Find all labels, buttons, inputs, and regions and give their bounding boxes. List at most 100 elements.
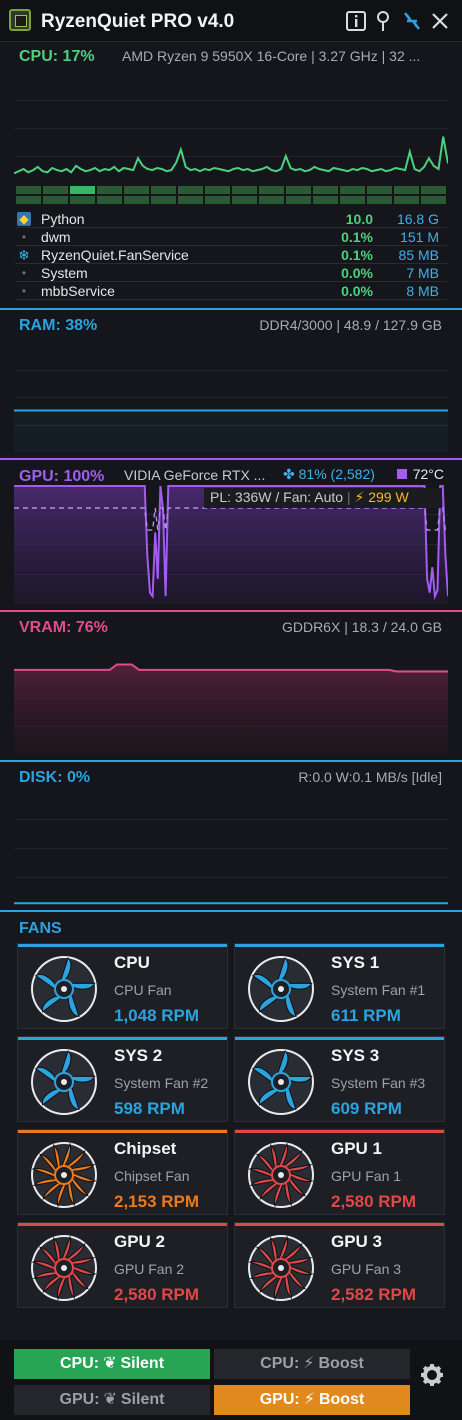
- core-load-cell: [367, 186, 392, 194]
- core-load-cell: [43, 186, 68, 194]
- core-load-cell: [151, 186, 176, 194]
- list-item[interactable]: ◆ Python 10.0 16.8 G: [15, 210, 447, 228]
- cpu-core-bars: [15, 186, 447, 204]
- gpu-limits-box: PL: 336W / Fan: Auto | ⚡ 299 W: [204, 488, 442, 508]
- leaf-icon: ❦: [103, 1391, 117, 1408]
- process-memory: 7 MB: [406, 265, 439, 281]
- fan-rotor-icon: [246, 1233, 316, 1303]
- fan-rotor-icon: [29, 1047, 99, 1117]
- vram-usage-line: [14, 663, 448, 673]
- fan-description: GPU Fan 3: [331, 1261, 402, 1277]
- fan-rpm: 1,048 RPM: [114, 1006, 200, 1025]
- ram-usage-area: [14, 410, 448, 452]
- fan-rotor-icon: [246, 1047, 316, 1117]
- fan-card[interactable]: GPU 2 GPU Fan 2 2,580 RPM: [17, 1222, 228, 1308]
- gpu-fan-readout: ✤ 81% (2,582): [283, 466, 375, 483]
- fan-accent-bar: [18, 944, 227, 947]
- leaf-icon: ❦: [103, 1355, 117, 1372]
- fan-description: Chipset Fan: [114, 1168, 190, 1184]
- vram-usage-graph: [14, 642, 448, 754]
- fan-rpm: 2,580 RPM: [331, 1192, 417, 1211]
- cpu-boost-button[interactable]: CPU: ⚡ Boost: [214, 1349, 410, 1379]
- process-cpu: 0.1%: [341, 229, 373, 245]
- fan-accent-bar: [235, 1037, 444, 1040]
- button-label: GPU:: [259, 1391, 300, 1408]
- gpu-temp-readout: 72°C: [396, 466, 444, 482]
- core-load-cell: [70, 186, 95, 194]
- disk-info: R:0.0 W:0.1 MB/s [Idle]: [298, 769, 442, 785]
- ram-accent-bar: [0, 308, 462, 310]
- python-icon: ◆: [17, 212, 31, 226]
- core-load-cell: [286, 196, 311, 204]
- fan-accent-bar: [235, 1130, 444, 1133]
- core-load-cell: [394, 186, 419, 194]
- cpu-load-graph: [14, 72, 448, 184]
- cpu-panel: CPU: 17% AMD Ryzen 9 5950X 16-Core | 3.2…: [0, 42, 462, 308]
- disk-accent-bar: [0, 760, 462, 762]
- list-item[interactable]: • mbbService 0.0% 8 MB: [15, 282, 447, 300]
- fan-card[interactable]: Chipset Chipset Fan 2,153 RPM: [17, 1129, 228, 1215]
- fan-description: System Fan #3: [331, 1075, 426, 1091]
- vram-accent-bar: [0, 610, 462, 612]
- fan-card[interactable]: GPU 1 GPU Fan 1 2,580 RPM: [234, 1129, 445, 1215]
- temp-square-icon: [396, 469, 407, 479]
- fan-rotor-icon: [29, 954, 99, 1024]
- vram-panel: VRAM: 76% GDDR6X | 18.3 / 24.0 GB: [0, 610, 462, 760]
- gpu-fan-value: 81% (2,582): [298, 466, 375, 482]
- gpu-silent-button[interactable]: GPU: ❦ Silent: [14, 1385, 210, 1415]
- fan-rpm: 609 RPM: [331, 1099, 402, 1118]
- core-load-cell: [178, 196, 203, 204]
- close-icon[interactable]: [428, 9, 452, 33]
- fan-description: CPU Fan: [114, 982, 172, 998]
- fan-name: GPU 2: [114, 1232, 166, 1251]
- fan-card[interactable]: SYS 1 System Fan #1 611 RPM: [234, 943, 445, 1029]
- fan-rpm: 2,582 RPM: [331, 1285, 417, 1304]
- core-load-cell: [259, 196, 284, 204]
- gpu-model: VIDIA GeForce RTX ...: [124, 467, 266, 483]
- cpu-silent-button[interactable]: CPU: ❦ Silent: [14, 1349, 210, 1379]
- fans-title: FANS: [19, 920, 62, 937]
- process-name: Python: [41, 211, 85, 227]
- compact-mode-icon[interactable]: [400, 9, 424, 33]
- process-memory: 16.8 G: [396, 211, 439, 227]
- core-load-cell: [367, 196, 392, 204]
- core-load-cell: [151, 196, 176, 204]
- core-load-cell: [259, 186, 284, 194]
- ram-panel: RAM: 38% DDR4/3000 | 48.9 / 127.9 GB: [0, 308, 462, 458]
- process-name: RyzenQuiet.FanService: [41, 247, 189, 263]
- fan-accent-bar: [18, 1130, 227, 1133]
- fan-card[interactable]: CPU CPU Fan 1,048 RPM: [17, 943, 228, 1029]
- fan-name: CPU: [114, 953, 150, 972]
- list-item[interactable]: • dwm 0.1% 151 M: [15, 228, 447, 246]
- list-item[interactable]: • System 0.0% 7 MB: [15, 264, 447, 282]
- cpu-info: AMD Ryzen 9 5950X 16-Core | 3.27 GHz | 3…: [122, 48, 421, 64]
- core-load-cell: [340, 186, 365, 194]
- core-load-cell: [16, 196, 41, 204]
- title-bar[interactable]: RyzenQuiet PRO v4.0: [0, 0, 462, 42]
- process-name: dwm: [41, 229, 71, 245]
- fan-card[interactable]: SYS 3 System Fan #3 609 RPM: [234, 1036, 445, 1122]
- list-item[interactable]: ❄ RyzenQuiet.FanService 0.1% 85 MB: [15, 246, 447, 264]
- core-load-cell: [232, 196, 257, 204]
- fan-name: SYS 2: [114, 1046, 163, 1065]
- info-icon[interactable]: [344, 9, 368, 33]
- settings-gear-icon[interactable]: [416, 1351, 448, 1399]
- process-cpu: 0.0%: [341, 265, 373, 281]
- disk-panel: DISK: 0% R:0.0 W:0.1 MB/s [Idle]: [0, 760, 462, 910]
- button-label: GPU:: [59, 1391, 100, 1408]
- core-load-cell: [178, 186, 203, 194]
- process-cpu: 10.0: [345, 211, 373, 227]
- fan-description: GPU Fan 2: [114, 1261, 185, 1277]
- ram-usage-graph: [14, 342, 448, 452]
- process-memory: 85 MB: [398, 247, 439, 263]
- core-load-cell: [70, 196, 95, 204]
- ram-title: RAM: 38%: [19, 317, 98, 334]
- process-memory: 8 MB: [406, 283, 439, 299]
- fan-card[interactable]: SYS 2 System Fan #2 598 RPM: [17, 1036, 228, 1122]
- gpu-boost-button[interactable]: GPU: ⚡ Boost: [214, 1385, 410, 1415]
- pin-icon[interactable]: [371, 9, 395, 33]
- fan-name: SYS 3: [331, 1046, 380, 1065]
- fan-accent-bar: [18, 1223, 227, 1226]
- core-load-cell: [313, 186, 338, 194]
- fan-card[interactable]: GPU 3 GPU Fan 3 2,582 RPM: [234, 1222, 445, 1308]
